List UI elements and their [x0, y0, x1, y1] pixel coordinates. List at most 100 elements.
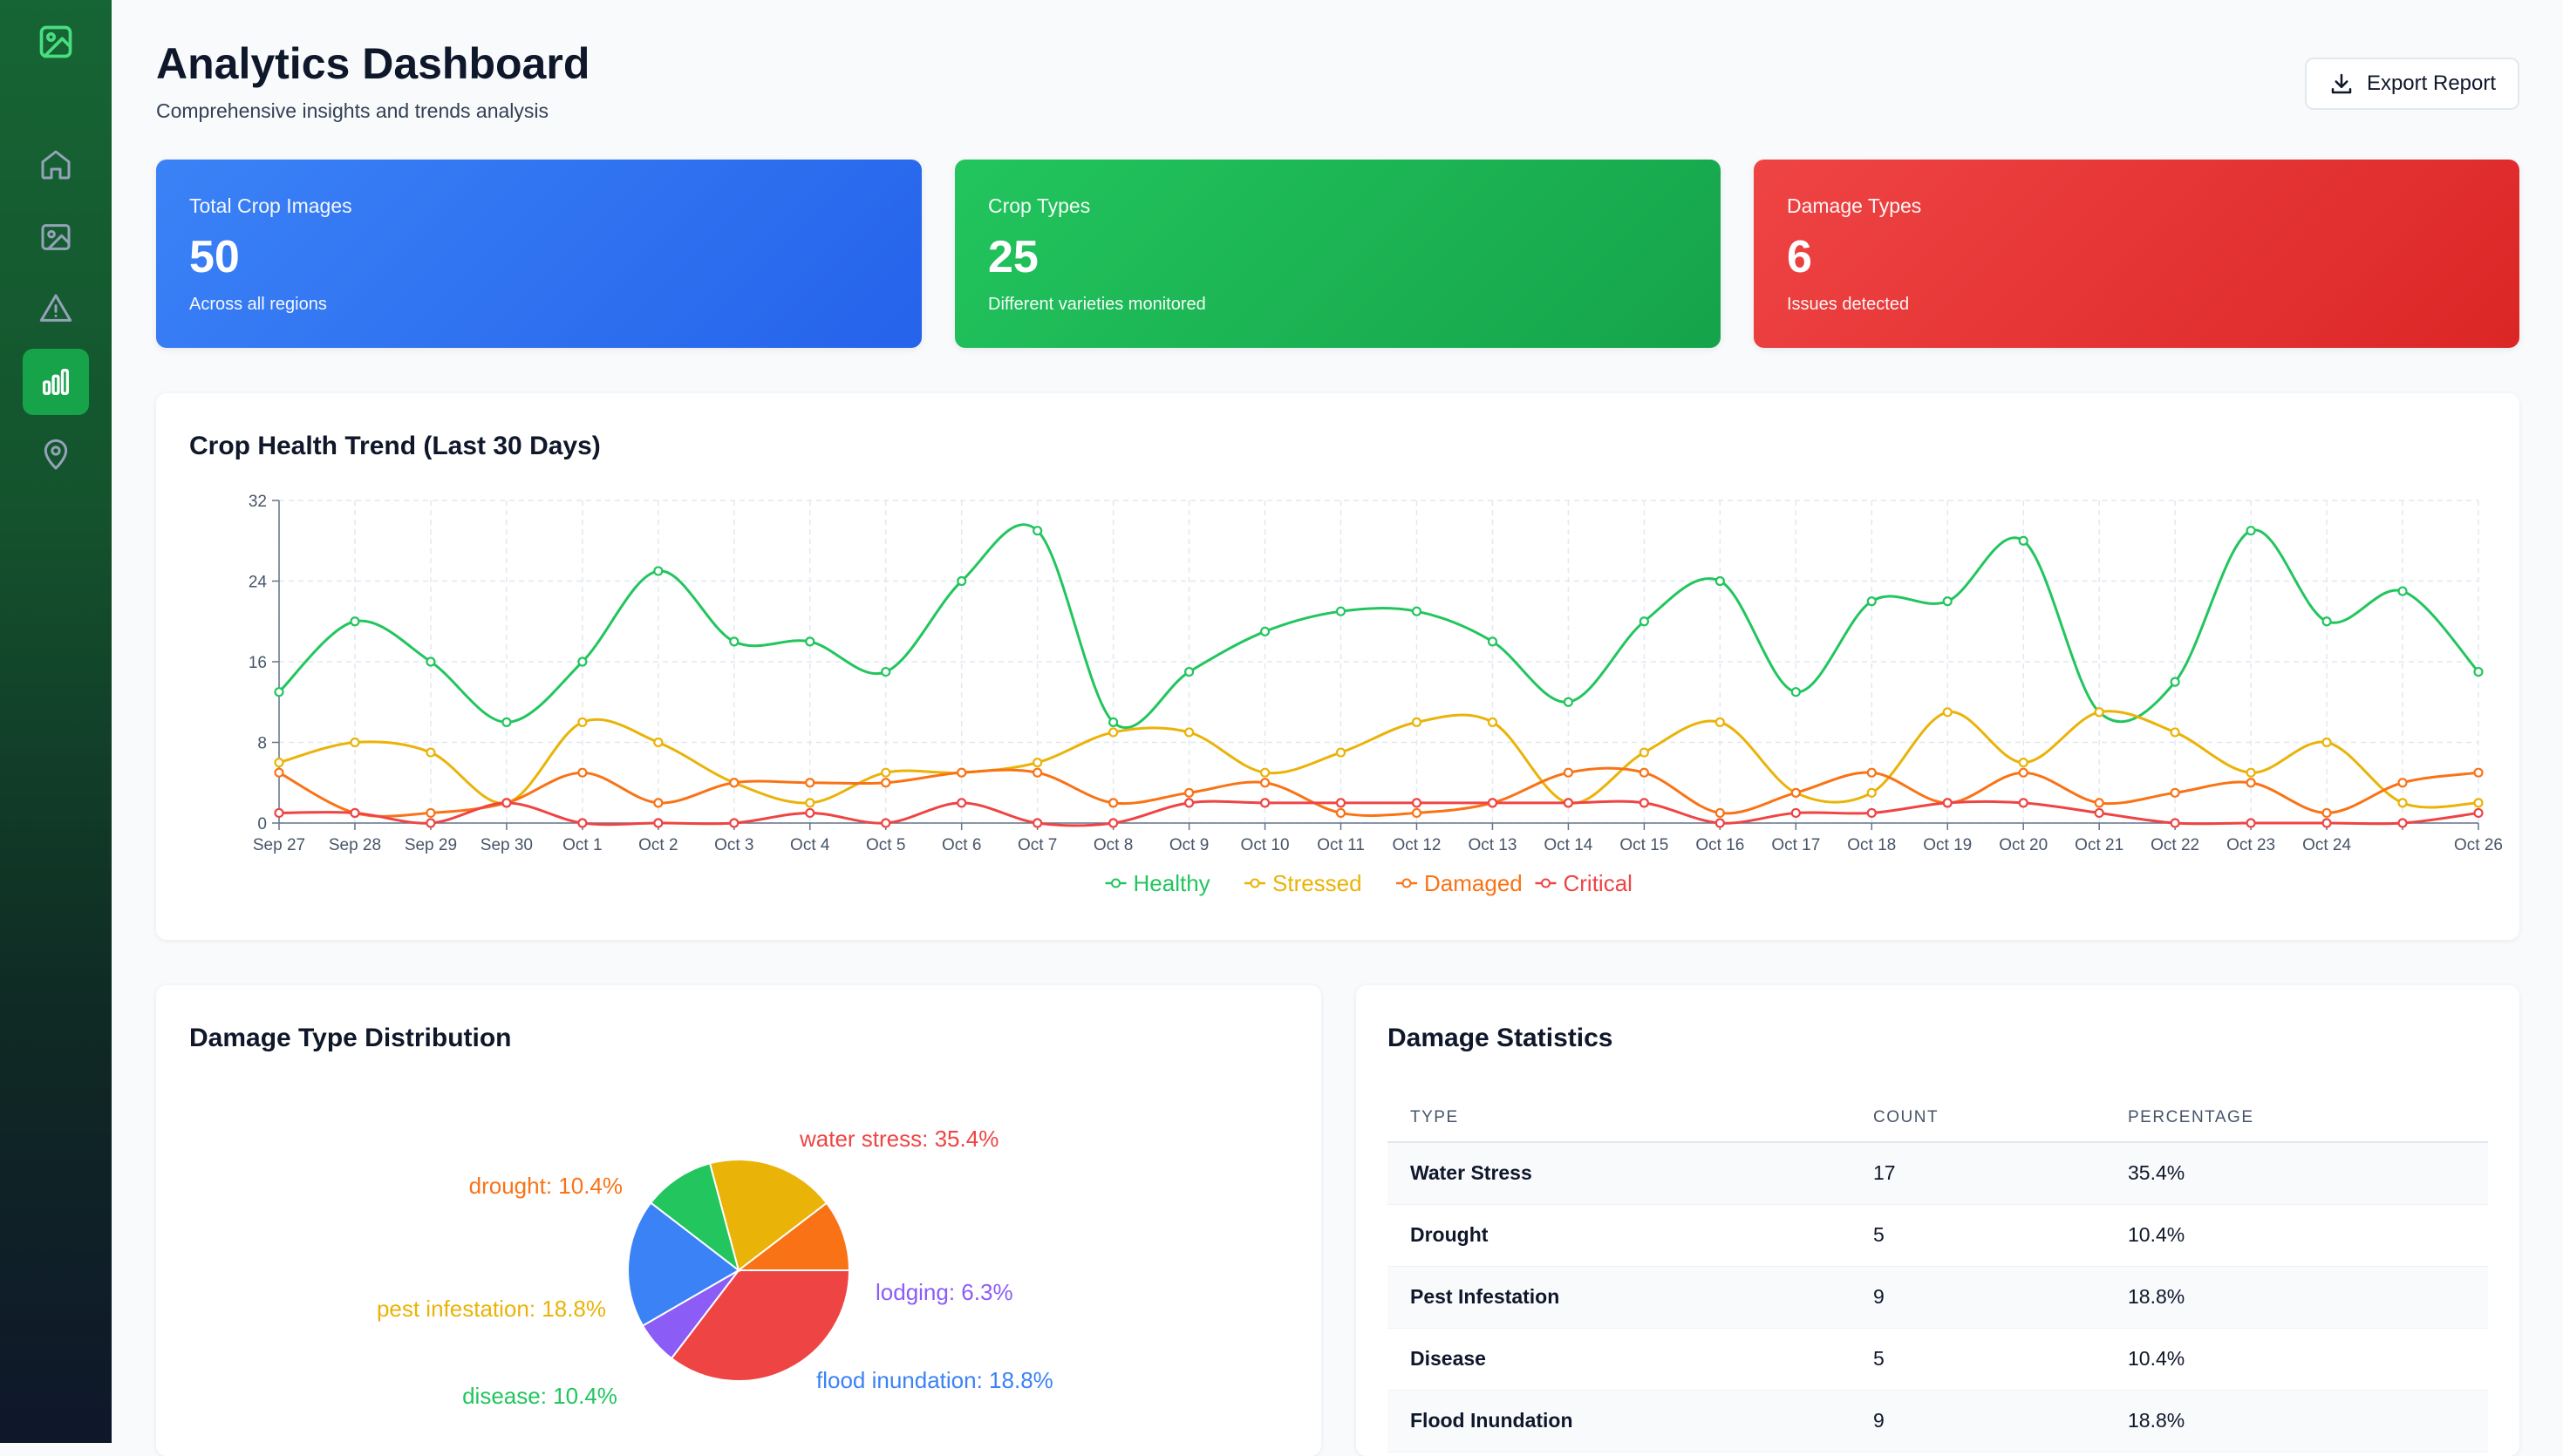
- x-tick-label: Oct 4: [790, 836, 830, 854]
- cell-type: Flood Inundation: [1387, 1390, 1851, 1453]
- data-point-stressed: [577, 717, 588, 727]
- stat-description: Different varieties monitored: [988, 295, 1206, 314]
- app-logo-icon[interactable]: [37, 23, 75, 61]
- x-tick-label: Sep 30: [481, 836, 533, 854]
- data-point-healthy: [653, 566, 664, 576]
- data-point-stressed: [350, 737, 360, 748]
- data-point-damaged: [2018, 767, 2028, 778]
- data-point-damaged: [1335, 807, 1346, 819]
- x-tick-label: Oct 11: [1317, 836, 1365, 854]
- data-point-damaged: [653, 798, 664, 808]
- pie-label: pest infestation: 18.8%: [377, 1296, 606, 1322]
- data-point-critical: [1183, 798, 1195, 808]
- data-point-healthy: [350, 616, 360, 627]
- data-point-critical: [577, 818, 588, 828]
- x-tick-label: Oct 23: [2226, 836, 2275, 854]
- pie-chart: water stress: 35.4% lodging: 6.3% flood in…: [377, 1126, 1053, 1409]
- data-point-critical: [2246, 818, 2256, 828]
- data-point-healthy: [957, 575, 967, 587]
- x-tick-label: Oct 2: [638, 836, 678, 854]
- data-point-healthy: [881, 666, 891, 677]
- cell-count: 9: [1851, 1266, 2105, 1329]
- data-point-stressed: [1942, 707, 1953, 718]
- data-point-damaged: [1183, 787, 1195, 798]
- damage-statistics-table: TYPE COUNT PERCENTAGE Water Stress 17 35…: [1387, 1093, 2488, 1453]
- data-point-critical: [1639, 798, 1649, 808]
- stat-value: 25: [988, 232, 1039, 282]
- cell-percentage: 18.8%: [2105, 1390, 2488, 1453]
- data-point-critical: [426, 818, 436, 828]
- data-point-healthy: [2321, 616, 2332, 627]
- stat-value: 50: [189, 232, 240, 282]
- column-header-count[interactable]: COUNT: [1851, 1093, 2105, 1143]
- data-point-critical: [653, 818, 664, 828]
- data-point-stressed: [2246, 767, 2256, 778]
- sidebar-item-images[interactable]: [23, 204, 89, 270]
- pie-label: water stress: 35.4%: [799, 1126, 999, 1152]
- legend-label: Critical: [1564, 870, 1633, 896]
- pie-label: disease: 10.4%: [462, 1383, 617, 1409]
- data-point-healthy: [274, 687, 284, 697]
- cell-count: 17: [1851, 1142, 2105, 1205]
- data-point-stressed: [881, 767, 891, 778]
- pie-label: flood inundation: 18.8%: [816, 1367, 1053, 1393]
- series-line-damaged: [278, 766, 2479, 818]
- data-point-critical: [1790, 807, 1801, 819]
- cell-type: Pest Infestation: [1387, 1266, 1851, 1329]
- data-point-stressed: [1108, 727, 1119, 738]
- stat-card-total-images: Total Crop Images 50 Across all regions: [156, 160, 922, 348]
- sidebar-item-analytics[interactable]: [23, 349, 89, 415]
- data-point-damaged: [1108, 798, 1119, 808]
- data-point-stressed: [1639, 747, 1649, 758]
- download-icon: [2331, 73, 2352, 94]
- data-point-critical: [1942, 798, 1953, 808]
- data-point-critical: [957, 798, 967, 808]
- legend-marker-dot: [1401, 878, 1412, 888]
- column-header-type[interactable]: TYPE: [1387, 1093, 1851, 1143]
- data-point-healthy: [1183, 666, 1195, 677]
- trend-chart: 0 8 16 24 32 Sep 27 Sep 28 Sep 29 Sep 30 Oct 1 Oct…: [249, 493, 2503, 896]
- x-tick-label: Oct 10: [1241, 836, 1290, 854]
- data-point-damaged: [426, 807, 436, 819]
- data-point-healthy: [1411, 606, 1422, 616]
- data-point-healthy: [1866, 596, 1877, 607]
- x-tick-label: Oct 5: [866, 836, 905, 854]
- data-point-damaged: [805, 778, 815, 788]
- x-tick-label: Oct 22: [2151, 836, 2199, 854]
- sidebar-item-home[interactable]: [23, 132, 89, 198]
- data-point-damaged: [1639, 767, 1649, 778]
- alert-triangle-icon: [39, 294, 72, 322]
- data-point-critical: [1714, 818, 1725, 828]
- stat-description: Across all regions: [189, 295, 327, 314]
- sidebar-item-alerts[interactable]: [23, 276, 89, 342]
- data-point-critical: [2321, 818, 2332, 828]
- data-point-stressed: [2018, 758, 2028, 768]
- x-tick-label: Oct 18: [1847, 836, 1896, 854]
- data-point-damaged: [1259, 778, 1271, 788]
- y-tick-label: 8: [257, 735, 267, 753]
- data-point-critical: [2018, 798, 2028, 808]
- export-report-button[interactable]: Export Report: [2305, 58, 2519, 110]
- data-point-healthy: [729, 636, 740, 647]
- cell-percentage: 35.4%: [2105, 1142, 2488, 1205]
- data-point-critical: [881, 818, 891, 828]
- sidebar-item-map[interactable]: [23, 422, 89, 488]
- data-point-healthy: [1563, 697, 1574, 707]
- data-point-damaged: [881, 778, 891, 788]
- data-point-stressed: [2170, 727, 2180, 738]
- x-tick-label: Sep 29: [405, 836, 457, 854]
- cell-count: 9: [1851, 1390, 2105, 1453]
- column-header-percentage[interactable]: PERCENTAGE: [2105, 1093, 2488, 1143]
- data-point-damaged: [1866, 767, 1877, 778]
- data-point-critical: [1259, 798, 1271, 808]
- data-point-critical: [1335, 798, 1346, 808]
- data-point-critical: [350, 807, 360, 819]
- data-point-stressed: [1259, 767, 1271, 778]
- cell-count: 5: [1851, 1204, 2105, 1267]
- stat-label: Damage Types: [1787, 194, 1922, 217]
- data-point-critical: [1866, 807, 1877, 819]
- cell-percentage: 10.4%: [2105, 1328, 2488, 1391]
- trend-chart-panel: 0 8 16 24 32 Sep 27 Sep 28 Sep 29 Sep 30 Oct 1 Oct…: [156, 393, 2519, 940]
- data-point-damaged: [2094, 798, 2104, 808]
- cell-type: Drought: [1387, 1204, 1851, 1267]
